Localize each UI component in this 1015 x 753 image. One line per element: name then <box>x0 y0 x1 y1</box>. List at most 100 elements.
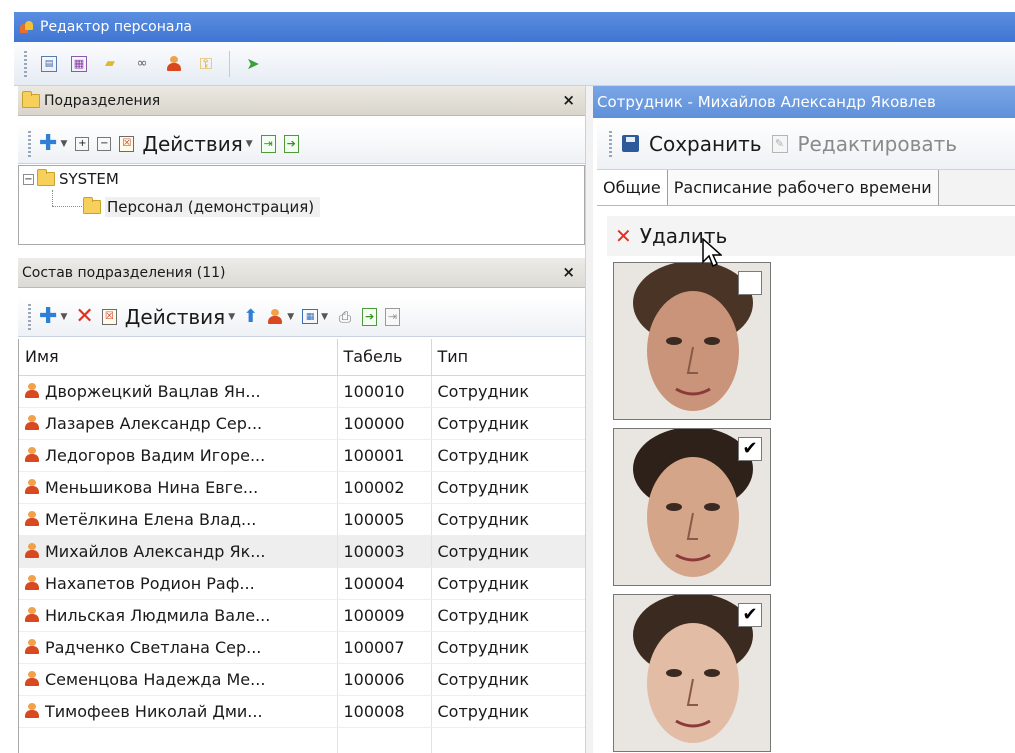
delete-icon[interactable]: ✕ <box>615 224 632 248</box>
employee-photo[interactable]: ✔ <box>613 428 771 586</box>
grid-view-icon[interactable]: ▦ <box>71 55 87 72</box>
employee-name: Семенцова Надежда Ме... <box>45 669 266 689</box>
table-row[interactable]: Метёлкина Елена Влад... 100005 Сотрудник <box>19 503 586 536</box>
edit-button[interactable]: Редактировать <box>798 132 958 156</box>
cell-type: Сотрудник <box>431 375 586 408</box>
chevron-down-icon[interactable]: ▼ <box>321 312 328 322</box>
column-header-name[interactable]: Имя <box>19 339 338 376</box>
actions-button[interactable]: Действия <box>142 132 242 156</box>
cell-tab-number: 100006 <box>337 663 432 696</box>
employee-name: Тимофеев Николай Дми... <box>45 701 263 721</box>
table-row[interactable]: Нахапетов Родион Раф... 100004 Сотрудник <box>19 567 586 600</box>
cell-name: Метёлкина Елена Влад... <box>19 503 338 536</box>
employee-icon <box>25 606 39 622</box>
group-icon[interactable] <box>266 308 284 326</box>
expand-icon[interactable]: + <box>75 136 90 151</box>
move-up-icon[interactable]: ⬆ <box>243 306 258 327</box>
employee-name: Меньшикова Нина Евге... <box>45 477 259 497</box>
main-toolbar: ▤ ▦ ▰ ∞ ⚿ ➤ <box>14 42 1015 86</box>
cell-type: Сотрудник <box>431 599 586 632</box>
delete-icon[interactable]: ✕ <box>75 304 93 329</box>
close-icon[interactable]: × <box>562 263 575 281</box>
tree-node-child[interactable]: Персонал (демонстрация) <box>83 196 321 218</box>
employee-photo[interactable] <box>613 262 771 420</box>
employee-icon <box>25 702 39 718</box>
export-icon[interactable]: ➔ <box>362 307 378 326</box>
person-icon[interactable] <box>165 55 183 73</box>
delete-photo-bar: ✕ Удалить <box>607 216 1015 256</box>
column-header-type[interactable]: Тип <box>431 339 586 376</box>
panel-splitter[interactable] <box>585 86 593 753</box>
toolbar-grip[interactable] <box>609 130 612 157</box>
table-row[interactable]: Нильская Людмила Вале... 100009 Сотрудник <box>19 599 586 632</box>
departments-panel-title: Подразделения <box>44 92 161 109</box>
table-row[interactable]: Тимофеев Николай Дми... 100008 Сотрудник <box>19 695 586 728</box>
checklist-icon[interactable]: ☒ <box>119 135 135 152</box>
cell-type: Сотрудник <box>431 695 586 728</box>
photo-checkbox[interactable]: ✔ <box>738 437 762 461</box>
cell-name: Ледогоров Вадим Игоре... <box>19 439 338 472</box>
tab-general[interactable]: Общие <box>597 170 668 205</box>
chevron-down-icon[interactable]: ▼ <box>228 312 235 322</box>
chevron-down-icon[interactable]: ▼ <box>60 139 67 149</box>
key-icon[interactable]: ⚿ <box>197 54 215 73</box>
tree-node-root[interactable]: − SYSTEM <box>23 168 119 190</box>
exit-icon[interactable]: ➤ <box>244 54 262 73</box>
table-row[interactable]: Дворжецкий Вацлав Ян... 100010 Сотрудник <box>19 375 586 408</box>
employee-photo[interactable]: ✔ <box>613 594 771 752</box>
chevron-down-icon[interactable]: ▼ <box>246 139 253 149</box>
actions-button[interactable]: Действия <box>125 305 225 329</box>
folder-icon <box>37 169 55 186</box>
checklist-icon[interactable]: ☒ <box>101 308 117 325</box>
collapse-toggle-icon[interactable]: − <box>23 173 34 185</box>
collapse-icon[interactable]: − <box>97 136 112 151</box>
employee-icon <box>25 478 39 494</box>
notes-icon[interactable]: ▰ <box>101 55 119 73</box>
save-button[interactable]: Сохранить <box>649 132 762 156</box>
tab-work-schedule[interactable]: Расписание рабочего времени <box>667 170 939 205</box>
table-row[interactable]: Михайлов Александр Як... 100003 Сотрудник <box>19 535 586 568</box>
cell-type: Сотрудник <box>431 439 586 472</box>
chevron-down-icon[interactable]: ▼ <box>60 312 67 322</box>
employee-panel-title: Сотрудник - Михайлов Александр Яковлев <box>597 93 936 111</box>
employee-icon <box>25 414 39 430</box>
tree-view-icon[interactable]: ▤ <box>41 55 57 72</box>
print-icon[interactable]: ⎙ <box>336 308 354 326</box>
cell-type: Сотрудник <box>431 471 586 504</box>
table-row[interactable]: Меньшикова Нина Евге... 100002 Сотрудник <box>19 471 586 504</box>
cell-name: Дворжецкий Вацлав Ян... <box>19 375 338 408</box>
close-icon[interactable]: × <box>562 91 575 109</box>
save-icon[interactable] <box>622 135 639 152</box>
cell-name: Лазарев Александр Сер... <box>19 407 338 440</box>
add-icon[interactable]: ✚ <box>39 132 57 155</box>
calendar-icon[interactable]: ▦ <box>302 309 319 324</box>
folder-icon <box>83 197 101 214</box>
link-icon[interactable]: ∞ <box>133 55 151 73</box>
cell-name: Тимофеев Николай Дми... <box>19 695 338 728</box>
toolbar-grip[interactable] <box>24 50 27 77</box>
photo-checkbox[interactable] <box>738 271 762 295</box>
photo-checkbox[interactable]: ✔ <box>738 603 762 627</box>
cell-type: Сотрудник <box>431 503 586 536</box>
toolbar-separator <box>229 50 230 77</box>
import-icon[interactable]: ⇥ <box>260 134 276 153</box>
table-row[interactable]: Лазарев Александр Сер... 100000 Сотрудник <box>19 407 586 440</box>
table-row[interactable]: Радченко Светлана Сер... 100007 Сотрудник <box>19 631 586 664</box>
import-icon[interactable]: ⇥ <box>385 307 401 326</box>
cell-type: Сотрудник <box>431 407 586 440</box>
employee-panel-header: Сотрудник - Михайлов Александр Яковлев <box>593 86 1015 118</box>
employee-icon <box>25 638 39 654</box>
table-header-row: Имя Табель Тип <box>19 339 586 376</box>
toolbar-grip[interactable] <box>28 130 31 157</box>
column-header-tab[interactable]: Табель <box>337 339 432 376</box>
tree-connector <box>52 190 53 206</box>
empty-cell <box>19 727 338 753</box>
toolbar-grip[interactable] <box>28 303 31 330</box>
chevron-down-icon[interactable]: ▼ <box>287 312 294 322</box>
add-icon[interactable]: ✚ <box>39 305 57 328</box>
table-row[interactable]: Ледогоров Вадим Игоре... 100001 Сотрудник <box>19 439 586 472</box>
table-row[interactable]: Семенцова Надежда Ме... 100006 Сотрудник <box>19 663 586 696</box>
window-titlebar: Редактор персонала <box>14 12 1015 42</box>
export-icon[interactable]: ➔ <box>283 134 299 153</box>
window-title: Редактор персонала <box>40 19 193 35</box>
